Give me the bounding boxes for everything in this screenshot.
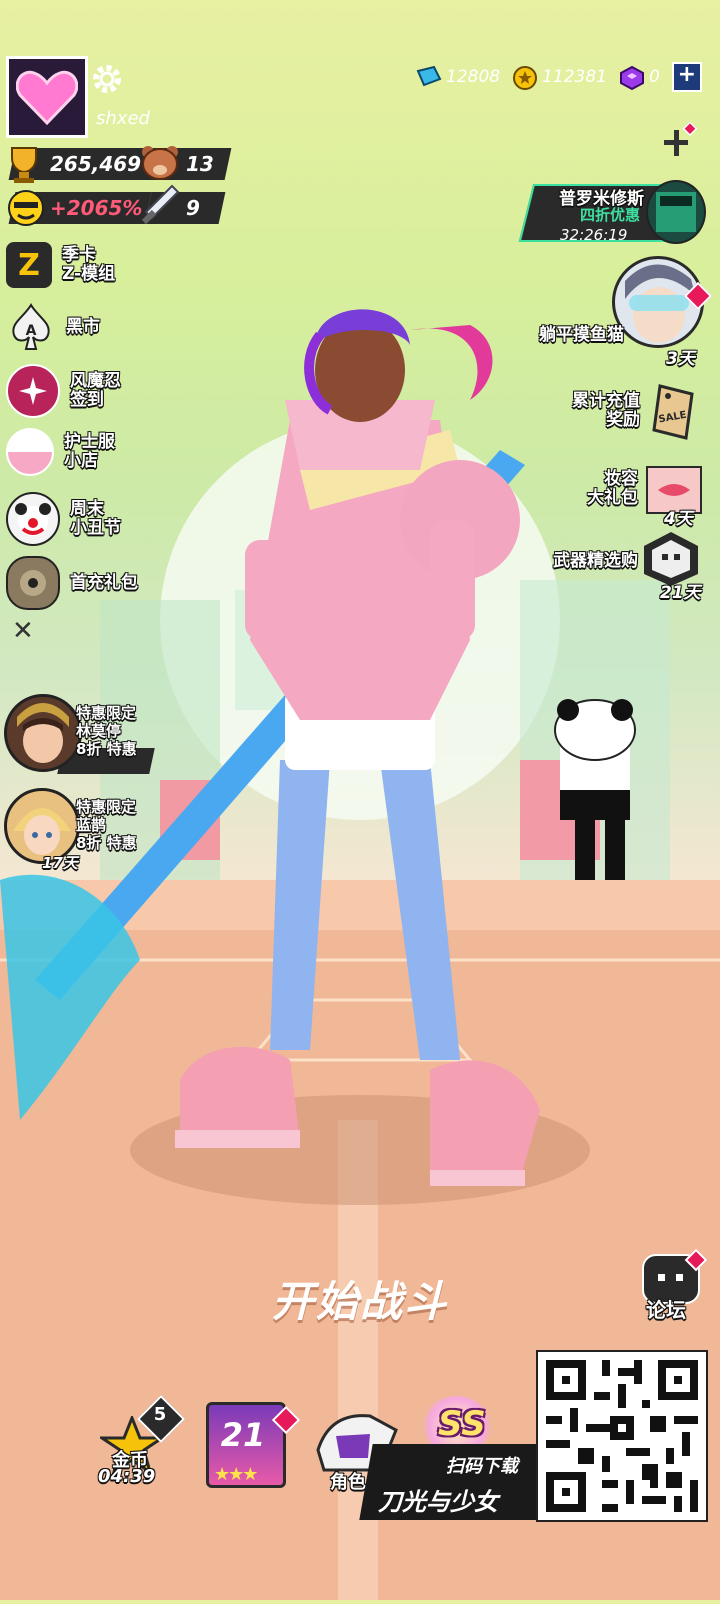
menu-label-line1: 季卡 [62, 245, 96, 265]
menu-label-line2: 小店 [64, 451, 98, 471]
promo-subtitle: 四折优惠 [579, 206, 640, 224]
sword-stat: 9 [141, 184, 226, 225]
gold-count: 5 [153, 1404, 167, 1425]
menu-season-card[interactable]: Z 季卡 Z-模组 [6, 242, 115, 288]
add-currency-button[interactable]: + [671, 62, 702, 92]
gem-count: 12808 [446, 67, 501, 87]
menu-label-line1: 风魔忍 [70, 371, 121, 391]
cube-currency[interactable]: 0 [619, 65, 660, 91]
menu-black-market[interactable]: A 黑市 [6, 302, 100, 352]
promo-cat[interactable]: 躺平摸鱼猫 3天 [520, 252, 713, 369]
nav-gold-button[interactable]: 5 金币 04:39 [96, 1394, 186, 1490]
cube-icon [619, 65, 644, 91]
qr-code[interactable] [536, 1350, 708, 1522]
promo-line1: 妆容 [604, 469, 638, 489]
forum-button[interactable]: 论坛 [638, 1248, 708, 1322]
menu-clown-festival[interactable]: 周末 小丑节 [6, 492, 121, 546]
collapse-close-icon[interactable]: ✕ [12, 616, 34, 646]
forum-label: 论坛 [646, 1298, 686, 1322]
promo-line2: 大礼包 [587, 488, 638, 508]
sword-count: 9 [186, 196, 200, 220]
qr-code-icon [538, 1352, 706, 1520]
promo-label: 躺平摸鱼猫 [539, 325, 624, 345]
qr-scan-label: 扫码下载 [446, 1456, 518, 1477]
menu-label: 黑市 [66, 316, 100, 337]
character-portrait [4, 694, 82, 772]
start-battle-button[interactable]: 开始战斗 [230, 1268, 490, 1329]
coin-currency[interactable]: 112381 [512, 65, 607, 90]
clown-icon [6, 492, 60, 546]
promo-line1: 累计充值 [572, 391, 640, 411]
bear-icon [140, 144, 180, 182]
menu-label: 首充礼包 [70, 572, 138, 593]
first-recharge-icon [6, 556, 60, 610]
rank-label: SS [438, 1404, 486, 1444]
promo-line2: 奖励 [606, 410, 640, 430]
spade-ace-icon: A [6, 302, 56, 352]
promo-discount: 8折 特惠 [76, 834, 137, 852]
promo-makeup-pack[interactable]: 妆容 大礼包 4天 [560, 462, 702, 529]
cube-count: 0 [649, 67, 660, 87]
smiley-icon [6, 188, 46, 228]
promo-weapon-select[interactable]: 武器精选购 21天 [530, 530, 702, 604]
heart-icon [16, 70, 78, 125]
player-avatar[interactable] [6, 56, 88, 138]
menu-label-line2: 签到 [70, 390, 104, 410]
gem-icon [416, 65, 442, 89]
svg-text:A: A [26, 323, 37, 339]
promo-prometheus[interactable]: 普罗米修斯 四折优惠 32:26:19 [518, 180, 706, 244]
menu-label-line2: 小丑节 [70, 518, 121, 538]
season-z-icon: Z [6, 242, 52, 288]
promo-recharge-reward[interactable]: 累计充值 奖励 SALE [540, 384, 702, 446]
menu-label-line1: 周末 [70, 499, 104, 519]
gold-timer: 04:39 [98, 1466, 156, 1487]
menu-label-line1: 护士服 [64, 432, 115, 452]
promo-timer: 32:26:19 [560, 226, 628, 244]
shuriken-icon [6, 364, 60, 418]
bonus-stat: +2065% [8, 190, 152, 226]
bear-count: 13 [186, 152, 214, 176]
bonus-percent: +2065% [50, 196, 143, 220]
bear-stat: 13 [142, 146, 232, 180]
promo-days: 21天 [660, 583, 701, 603]
coin-count: 112381 [542, 67, 607, 87]
trophy-icon [6, 144, 42, 184]
player-name: shxed [96, 108, 150, 129]
gem-currency[interactable]: 12808 [416, 65, 500, 89]
promo-label: 武器精选购 [553, 551, 638, 571]
coin-icon [512, 65, 538, 90]
sale-tag-icon: SALE [646, 384, 698, 440]
level-number: 21 [220, 1416, 266, 1454]
settings-gear-icon[interactable] [90, 62, 124, 96]
nav-level-button[interactable]: 21 ★★★ [200, 1396, 301, 1492]
nurse-capsule-icon [6, 428, 54, 476]
menu-label-line2: Z-模组 [62, 264, 116, 284]
sword-icon [138, 184, 180, 228]
trophy-count: 265,469 [50, 152, 142, 176]
promo-days: 3天 [666, 349, 695, 369]
currency-bar: 12808 112381 0 + [416, 62, 702, 92]
level-stars-icon: ★★★ [214, 1464, 258, 1485]
menu-ninja-signin[interactable]: 风魔忍 签到 [6, 364, 121, 418]
promo-discount: 8折 特惠 [76, 740, 137, 758]
promo-days: 4天 [664, 509, 693, 529]
promo-character-2[interactable]: 特惠限定 蓝鹊 8折 特惠 17天 [0, 786, 160, 872]
promo-days: 17天 [42, 854, 78, 872]
expand-plus-icon[interactable] [660, 121, 700, 158]
promo-character-1[interactable]: 特惠限定 林莫停 8折 特惠 [0, 692, 160, 780]
prometheus-portrait [646, 180, 706, 244]
menu-first-recharge[interactable]: 首充礼包 [6, 556, 138, 610]
character-label: 角色 [330, 1472, 366, 1493]
menu-nurse-shop[interactable]: 护士服 小店 [6, 428, 115, 476]
qr-game-title: 刀光与少女 [378, 1488, 498, 1516]
